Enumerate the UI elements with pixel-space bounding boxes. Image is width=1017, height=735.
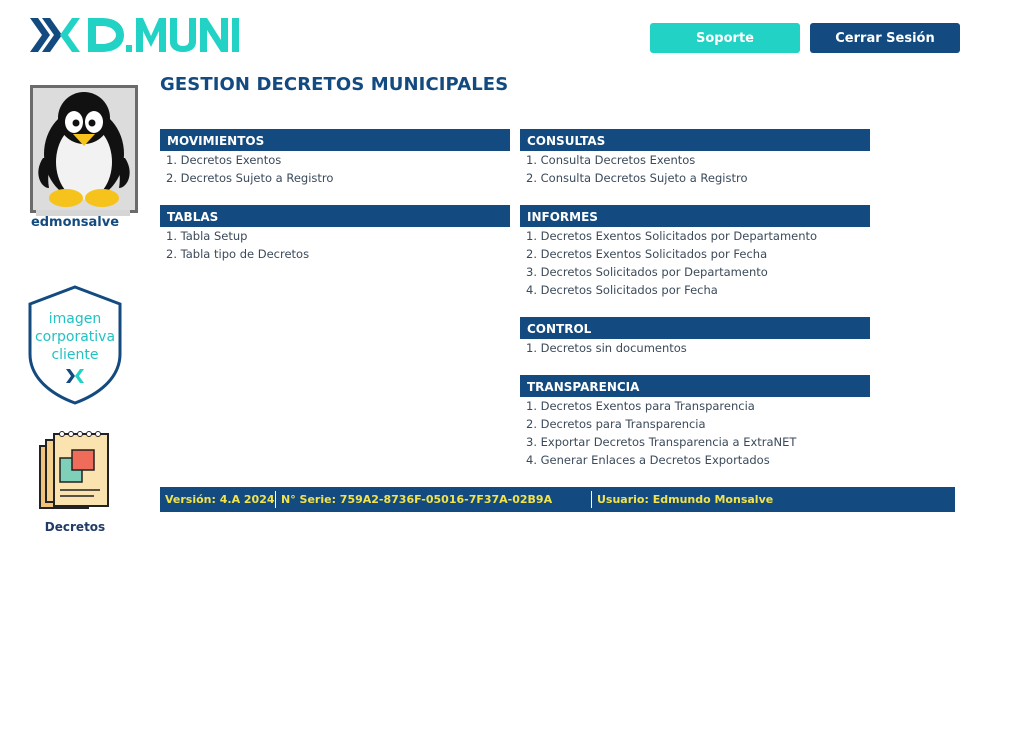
badge-line-1: imagen <box>49 311 101 327</box>
section-header: CONSULTAS <box>520 129 870 151</box>
section-consultas: CONSULTAS 1. Consulta Decretos Exentos 2… <box>520 129 870 187</box>
menu-item[interactable]: 1. Decretos Exentos Solicitados por Depa… <box>520 227 870 245</box>
menu-item[interactable]: 2. Tabla tipo de Decretos <box>160 245 510 263</box>
support-button[interactable]: Soporte <box>650 23 800 53</box>
badge-line-2: corporativa <box>35 329 115 345</box>
documents-icon[interactable] <box>38 428 112 516</box>
menu-item[interactable]: 2. Consulta Decretos Sujeto a Registro <box>520 169 870 187</box>
menu-item[interactable]: 2. Decretos para Transparencia <box>520 415 870 433</box>
section-informes: INFORMES 1. Decretos Exentos Solicitados… <box>520 205 870 299</box>
menu-item[interactable]: 4. Generar Enlaces a Decretos Exportados <box>520 451 870 469</box>
version-label: Versión: 4.A 2024 <box>165 493 275 506</box>
corporate-badge: imagen corporativa cliente <box>27 284 123 406</box>
menu-item[interactable]: 1. Consulta Decretos Exentos <box>520 151 870 169</box>
section-movimientos: MOVIMIENTOS 1. Decretos Exentos 2. Decre… <box>160 129 510 187</box>
status-footer: Versión: 4.A 2024 N° Serie: 759A2-8736F-… <box>160 487 955 512</box>
menu-item[interactable]: 2. Decretos Sujeto a Registro <box>160 169 510 187</box>
app-label[interactable]: Decretos <box>40 520 110 534</box>
section-header: TRANSPARENCIA <box>520 375 870 397</box>
section-header: CONTROL <box>520 317 870 339</box>
menu-item[interactable]: 1. Decretos Exentos <box>160 151 510 169</box>
menu-item[interactable]: 1. Decretos Exentos para Transparencia <box>520 397 870 415</box>
edmuni-logo <box>30 14 245 56</box>
section-transparencia: TRANSPARENCIA 1. Decretos Exentos para T… <box>520 375 870 469</box>
user-label: Usuario: Edmundo Monsalve <box>591 491 783 508</box>
menu-item[interactable]: 3. Exportar Decretos Transparencia a Ext… <box>520 433 870 451</box>
section-control: CONTROL 1. Decretos sin documentos <box>520 317 870 357</box>
section-tablas: TABLAS 1. Tabla Setup 2. Tabla tipo de D… <box>160 205 510 263</box>
logout-button[interactable]: Cerrar Sesión <box>810 23 960 53</box>
menu-item[interactable]: 2. Decretos Exentos Solicitados por Fech… <box>520 245 870 263</box>
section-header: INFORMES <box>520 205 870 227</box>
avatar <box>30 85 138 213</box>
section-header: MOVIMIENTOS <box>160 129 510 151</box>
menu-item[interactable]: 3. Decretos Solicitados por Departamento <box>520 263 870 281</box>
badge-line-3: cliente <box>51 347 98 363</box>
page-title: GESTION DECRETOS MUNICIPALES <box>160 74 509 95</box>
menu-item[interactable]: 4. Decretos Solicitados por Fecha <box>520 281 870 299</box>
section-header: TABLAS <box>160 205 510 227</box>
username: edmonsalve <box>30 215 120 230</box>
menu-item[interactable]: 1. Decretos sin documentos <box>520 339 870 357</box>
serial-label: N° Serie: 759A2-8736F-05016-7F37A-02B9A <box>275 491 591 508</box>
penguin-avatar-icon <box>33 88 135 210</box>
menu-item[interactable]: 1. Tabla Setup <box>160 227 510 245</box>
